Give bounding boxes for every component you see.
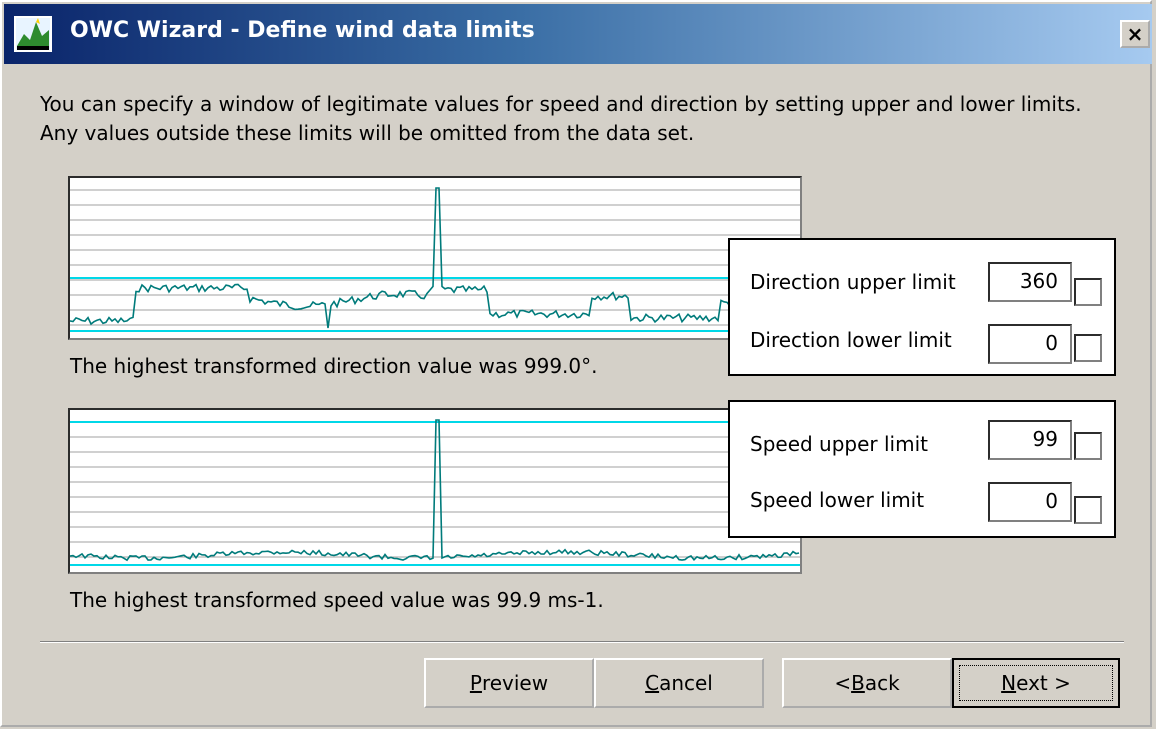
cancel-button-key: C: [645, 671, 660, 695]
speed-upper-input[interactable]: 99: [988, 420, 1072, 460]
preview-button-post: review: [481, 671, 549, 695]
direction-upper-checkbox[interactable]: [1074, 278, 1102, 306]
title-bar: OWC Wizard - Define wind data limits ×: [4, 4, 1152, 64]
cancel-button-post: ancel: [659, 671, 713, 695]
wizard-window: OWC Wizard - Define wind data limits × Y…: [0, 0, 1152, 727]
direction-plot: [70, 187, 800, 332]
focus-rectangle: [959, 665, 1113, 701]
wind-chart-icon: [14, 16, 52, 52]
cancel-button[interactable]: Cancel: [594, 658, 764, 708]
direction-limits-panel: Direction upper limit 360 Direction lowe…: [728, 238, 1116, 376]
speed-plot: [70, 419, 800, 566]
back-button-key: B: [851, 671, 865, 695]
direction-lower-checkbox[interactable]: [1074, 334, 1102, 362]
speed-lower-label: Speed lower limit: [750, 488, 925, 512]
direction-upper-input[interactable]: 360: [988, 262, 1072, 302]
preview-button[interactable]: Preview: [424, 658, 594, 708]
speed-upper-checkbox[interactable]: [1074, 432, 1102, 460]
back-button-pre: <: [834, 671, 852, 695]
direction-upper-label: Direction upper limit: [750, 270, 956, 294]
speed-chart: [68, 408, 802, 574]
speed-series-line: [70, 419, 800, 562]
speed-limits-panel: Speed upper limit 99 Speed lower limit 0: [728, 400, 1116, 538]
next-button[interactable]: Next >: [952, 658, 1120, 708]
window-title: OWC Wizard - Define wind data limits: [70, 18, 535, 43]
speed-lower-input[interactable]: 0: [988, 482, 1072, 522]
direction-lower-input[interactable]: 0: [988, 324, 1072, 364]
direction-lower-label: Direction lower limit: [750, 328, 952, 352]
preview-button-key: P: [469, 671, 482, 695]
speed-max-caption: The highest transformed speed value was …: [70, 588, 604, 612]
close-button[interactable]: ×: [1120, 20, 1150, 48]
back-button-post: ack: [864, 671, 900, 695]
direction-series-line: [70, 187, 800, 329]
instructions-text: You can specify a window of legitimate v…: [40, 92, 1082, 145]
back-button[interactable]: < Back: [782, 658, 952, 708]
direction-max-caption: The highest transformed direction value …: [70, 354, 598, 378]
button-separator: [40, 641, 1124, 643]
speed-upper-label: Speed upper limit: [750, 432, 928, 456]
direction-chart: [68, 176, 802, 340]
speed-lower-checkbox[interactable]: [1074, 496, 1102, 524]
